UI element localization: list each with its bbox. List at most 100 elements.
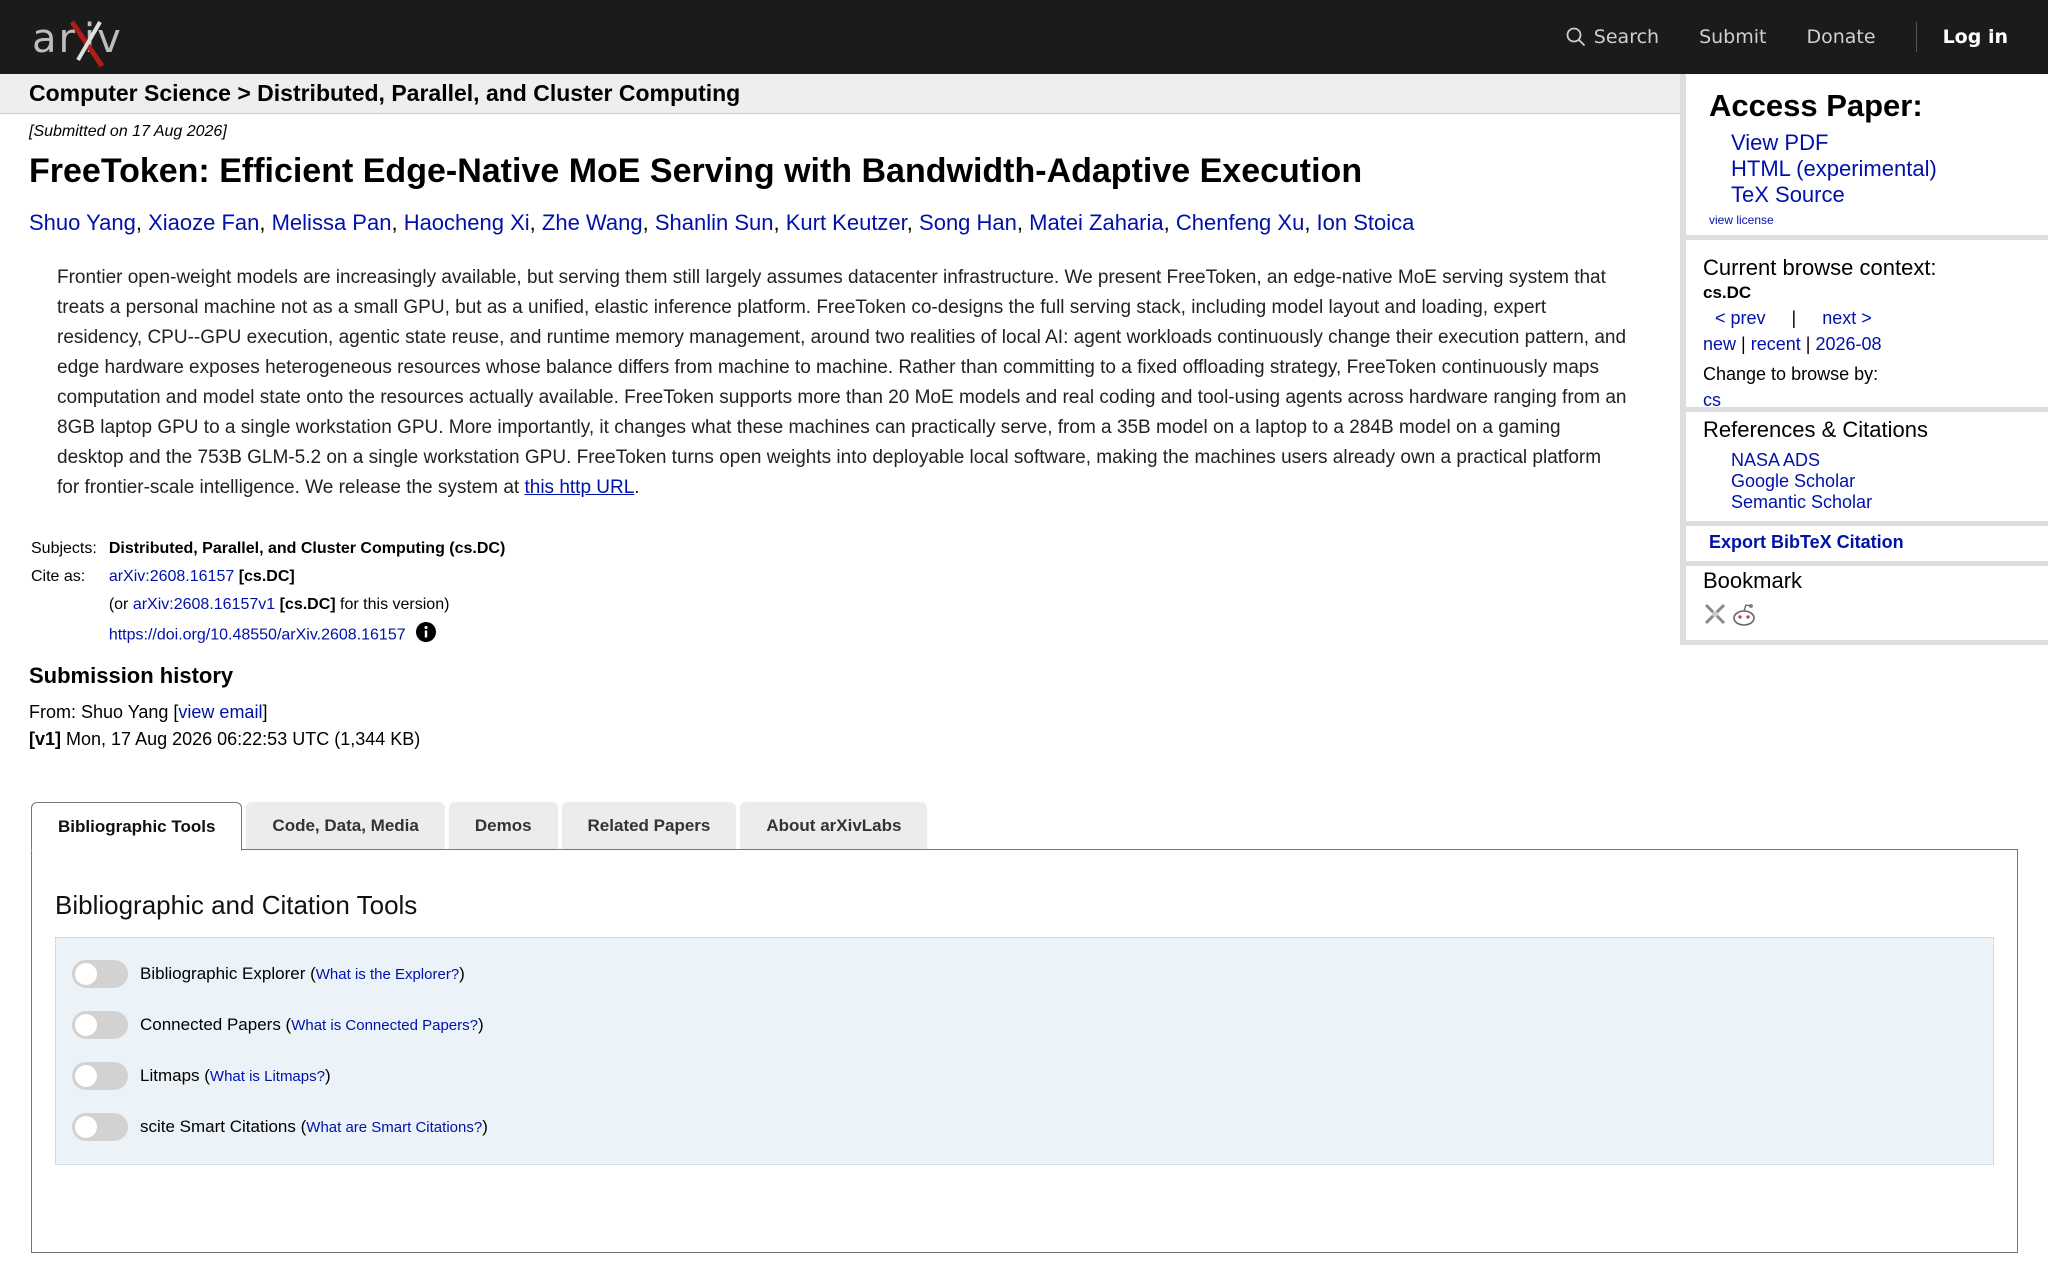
subjects-label: Subjects: xyxy=(31,540,97,557)
html-link[interactable]: HTML (experimental) xyxy=(1731,156,1937,182)
submit-link[interactable]: Submit xyxy=(1699,26,1766,48)
divider xyxy=(1686,521,2048,526)
top-nav: Search Submit Donate Log in xyxy=(1566,0,2048,74)
tool-help-link[interactable]: What is Litmaps? xyxy=(210,1068,325,1085)
tool-row: scite Smart Citations (What are Smart Ci… xyxy=(72,1112,488,1142)
tool-name: Bibliographic Explorer xyxy=(140,964,306,983)
author-link[interactable]: Zhe Wang xyxy=(542,210,643,235)
doi-link[interactable]: https://doi.org/10.48550/arXiv.2608.1615… xyxy=(109,627,406,644)
tool-help-link[interactable]: What is the Explorer? xyxy=(316,966,459,983)
author-link[interactable]: Ion Stoica xyxy=(1317,210,1415,235)
abstract-end: . xyxy=(634,477,640,498)
browse-context-heading: Current browse context: xyxy=(1703,255,1937,280)
tool-row: Connected Papers (What is Connected Pape… xyxy=(72,1010,484,1040)
tool-name: Litmaps xyxy=(140,1066,200,1085)
nasa-ads-link[interactable]: NASA ADS xyxy=(1731,450,1820,471)
semantic-scholar-link[interactable]: Semantic Scholar xyxy=(1731,492,1872,513)
abstract-url-link[interactable]: this http URL xyxy=(524,477,634,498)
tool-help-link[interactable]: What is Connected Papers? xyxy=(291,1017,478,1034)
prev-link[interactable]: < prev xyxy=(1715,308,1766,328)
tab-bibliographic-tools[interactable]: Bibliographic Tools xyxy=(31,802,243,851)
bibliographic-explorer-toggle[interactable] xyxy=(72,960,128,988)
bookmark-icons xyxy=(1703,602,1761,633)
tool-name: Connected Papers xyxy=(140,1015,281,1034)
google-scholar-link[interactable]: Google Scholar xyxy=(1731,471,1855,492)
info-icon[interactable] xyxy=(416,622,437,649)
cite-value: arXiv:2608.16157 [cs.DC] xyxy=(109,563,506,591)
author-link[interactable]: Matei Zaharia xyxy=(1029,210,1164,235)
divider xyxy=(1686,561,2048,566)
from-suffix: ] xyxy=(262,702,268,722)
version-id-link[interactable]: arXiv:2608.16157v1 xyxy=(133,596,275,613)
metadata-table: Subjects: Distributed, Parallel, and Clu… xyxy=(31,535,505,652)
search-label: Search xyxy=(1593,26,1660,48)
tab-code-data-media[interactable]: Code, Data, Media xyxy=(246,802,445,850)
version-entry: [v1] Mon, 17 Aug 2026 06:22:53 UTC (1,34… xyxy=(29,729,420,750)
version-label: [v1] xyxy=(29,729,62,749)
view-license-link[interactable]: view license xyxy=(1709,213,1774,227)
version-suffix: for this version) xyxy=(335,596,450,613)
view-email-link[interactable]: view email xyxy=(178,702,262,722)
connected-papers-toggle[interactable] xyxy=(72,1011,128,1039)
references-heading: References & Citations xyxy=(1703,417,1928,442)
cite-category: [cs.DC] xyxy=(238,568,295,585)
scite-toggle[interactable] xyxy=(72,1113,128,1141)
abstract: Frontier open-weight models are increasi… xyxy=(57,263,1627,503)
submission-history-heading: Submission history xyxy=(29,663,234,688)
version-date: Mon, 17 Aug 2026 06:22:53 UTC (1,344 KB) xyxy=(61,729,421,749)
version-prefix: (or xyxy=(108,596,133,613)
author-link[interactable]: Chenfeng Xu xyxy=(1176,210,1304,235)
tab-related-papers[interactable]: Related Papers xyxy=(561,802,737,850)
version-cite: (or arXiv:2608.16157v1 [cs.DC] for this … xyxy=(109,591,506,619)
sidebar: Access Paper: View PDF HTML (experimenta… xyxy=(1680,74,2048,645)
donate-link[interactable]: Donate xyxy=(1806,26,1875,48)
author-link[interactable]: Shuo Yang xyxy=(29,210,136,235)
tab-demos[interactable]: Demos xyxy=(448,802,558,850)
view-pdf-link[interactable]: View PDF xyxy=(1731,130,1828,156)
author-list: Shuo Yang, Xiaoze Fan, Melissa Pan, Haoc… xyxy=(29,210,1415,235)
author-link[interactable]: Xiaoze Fan xyxy=(148,210,259,235)
nav-divider xyxy=(1915,22,1917,52)
nav-separator: | xyxy=(1791,308,1797,328)
access-paper-heading: Access Paper: xyxy=(1709,88,1923,123)
listing-links: new | recent | 2026-08 xyxy=(1703,334,1882,354)
author-link[interactable]: Kurt Keutzer xyxy=(786,210,907,235)
month-link[interactable]: 2026-08 xyxy=(1815,334,1881,354)
tool-row: Litmaps (What is Litmaps?) xyxy=(72,1061,331,1091)
search-link[interactable]: Search xyxy=(1566,26,1659,48)
author-link[interactable]: Melissa Pan xyxy=(272,210,392,235)
new-link[interactable]: new xyxy=(1703,334,1736,354)
panel-heading: Bibliographic and Citation Tools xyxy=(55,890,418,920)
doi-row: https://doi.org/10.48550/arXiv.2608.1615… xyxy=(109,619,506,652)
tool-name: scite Smart Citations xyxy=(140,1117,296,1136)
svg-text:ar: ar xyxy=(32,16,77,62)
tex-source-link[interactable]: TeX Source xyxy=(1731,182,1845,208)
tool-help-link[interactable]: What are Smart Citations? xyxy=(306,1119,482,1136)
divider xyxy=(1686,640,2048,645)
tab-about-arxivlabs[interactable]: About arXivLabs xyxy=(740,802,928,850)
submission-from: From: Shuo Yang [view email] xyxy=(29,702,267,723)
cite-id-link[interactable]: arXiv:2608.16157 xyxy=(109,568,234,585)
bookmark-heading: Bookmark xyxy=(1703,568,1803,593)
access-paper-block: Access Paper: View PDF HTML (experimenta… xyxy=(1686,74,2048,240)
next-link[interactable]: next > xyxy=(1822,308,1872,328)
version-category: [cs.DC] xyxy=(279,596,336,613)
recent-link[interactable]: recent xyxy=(1751,334,1801,354)
subjects-value: Distributed, Parallel, and Cluster Compu… xyxy=(109,535,506,563)
change-browse-label: Change to browse by: xyxy=(1703,364,1879,384)
submission-date: [Submitted on 17 Aug 2026] xyxy=(29,123,227,140)
litmaps-toggle[interactable] xyxy=(72,1062,128,1090)
author-link[interactable]: Shanlin Sun xyxy=(655,210,774,235)
arxiv-logo[interactable]: ar iv xyxy=(32,10,162,68)
author-link[interactable]: Song Han xyxy=(919,210,1017,235)
login-link[interactable]: Log in xyxy=(1943,26,2008,48)
reddit-icon[interactable] xyxy=(1731,602,1757,633)
bibsonomy-icon[interactable] xyxy=(1703,602,1727,633)
from-prefix: From: Shuo Yang [ xyxy=(29,702,179,722)
browse-context-value: cs.DC xyxy=(1703,283,1752,302)
search-icon xyxy=(1566,27,1585,47)
author-link[interactable]: Haocheng Xi xyxy=(404,210,530,235)
divider xyxy=(1686,407,2048,412)
prev-next-nav: < prev | next > xyxy=(1703,308,1880,329)
export-bibtex-link[interactable]: Export BibTeX Citation xyxy=(1709,532,1904,553)
